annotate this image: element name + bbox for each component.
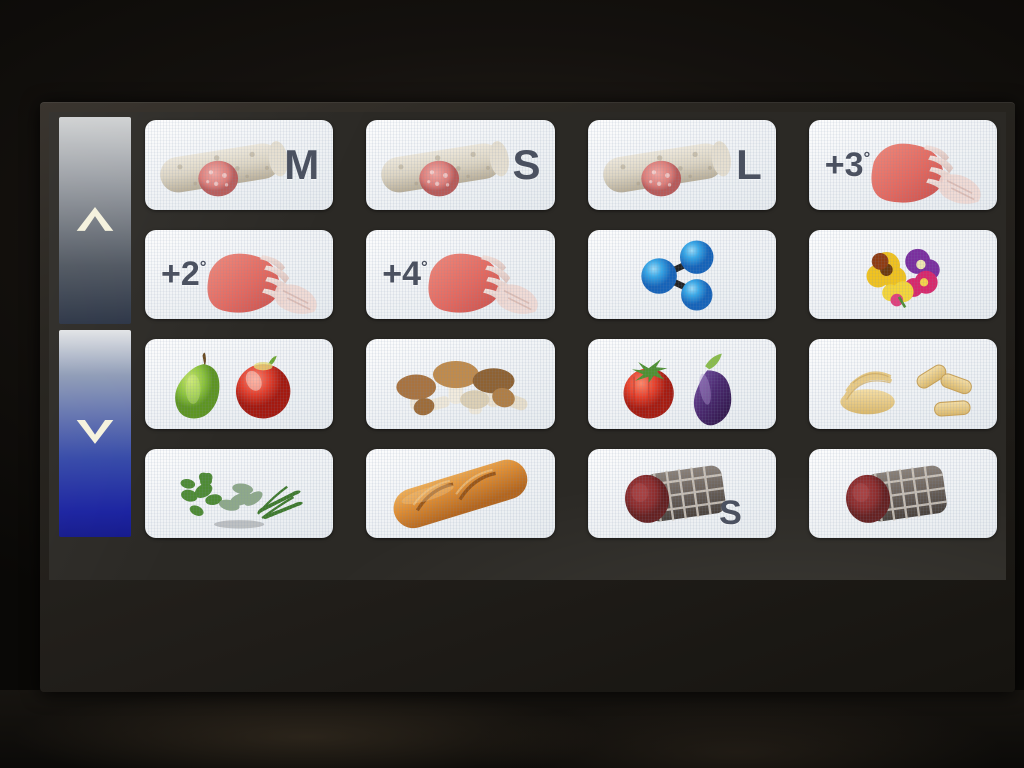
program-tile-label: +4° <box>382 255 428 294</box>
scroll-down-button[interactable] <box>59 330 131 537</box>
fruit-icon <box>145 339 333 429</box>
program-tile-pasta[interactable] <box>808 339 997 429</box>
program-tile-meat-plus-4[interactable]: +4° <box>366 229 555 319</box>
program-tile-label: S <box>719 494 742 532</box>
cured-meat-icon <box>809 449 997 539</box>
bread-icon <box>366 449 554 539</box>
herbs-icon <box>145 449 333 539</box>
program-tile-fruit[interactable] <box>145 339 334 429</box>
program-tile-meat-plus-2[interactable]: +2° <box>145 229 334 319</box>
program-tile-label: M <box>284 140 320 188</box>
lcd-screen: M S L +3° +2° +4° S <box>49 112 1006 580</box>
degree-symbol: ° <box>199 257 207 277</box>
program-tile-vegetables[interactable] <box>587 339 776 429</box>
cured-meat-icon <box>588 449 776 539</box>
chevron-up-icon <box>73 196 117 245</box>
mushrooms-icon <box>366 339 554 429</box>
control-panel-device: M S L +3° +2° +4° S <box>40 102 1015 692</box>
degree-symbol: ° <box>421 257 428 277</box>
program-tile-salami-l[interactable]: L <box>587 120 776 210</box>
program-tile-salami-s[interactable]: S <box>366 120 555 210</box>
program-grid: M S L +3° +2° +4° S <box>145 120 997 538</box>
program-tile-label: L <box>736 140 762 188</box>
molecule-icon <box>588 230 776 320</box>
chevron-down-icon <box>73 409 117 458</box>
program-tile-label: S <box>512 140 541 188</box>
program-tile-label: +2° <box>161 255 207 294</box>
flowers-icon <box>809 230 997 320</box>
program-tile-flowers[interactable] <box>808 229 997 320</box>
program-tile-ozone[interactable] <box>587 229 776 320</box>
program-tile-label: +3° <box>824 145 871 184</box>
program-tile-salami-m[interactable]: M <box>145 120 334 210</box>
program-tile-mushrooms[interactable] <box>366 339 555 429</box>
vegetables-icon <box>588 339 776 429</box>
program-tile-meat-plus-3[interactable]: +3° <box>808 120 997 210</box>
scroll-up-button[interactable] <box>59 117 131 324</box>
scroll-nav-rail <box>59 117 131 537</box>
program-tile-cured-meat[interactable] <box>808 448 997 539</box>
program-tile-bread[interactable] <box>366 448 555 539</box>
pasta-icon <box>809 339 997 429</box>
program-tile-herbs[interactable] <box>145 448 334 539</box>
degree-symbol: ° <box>863 148 871 168</box>
program-tile-cured-meat-s[interactable]: S <box>587 448 776 539</box>
